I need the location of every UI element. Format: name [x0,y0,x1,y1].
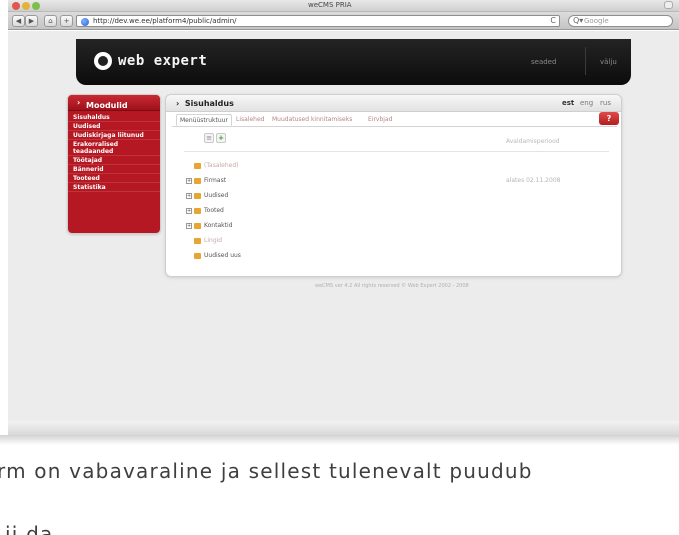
modules-menu-title: › Moodulid [77,98,128,110]
reload-icon[interactable]: C [550,16,556,25]
menu-item-uudiskirjaga-liitunud[interactable]: Uudiskirjaga liitunud [68,131,160,140]
expand-icon[interactable]: + [186,223,192,229]
home-button[interactable]: ⌂ [44,15,57,27]
site-header: web expert seaded välju [76,39,631,85]
back-button[interactable]: ◀ [12,15,25,27]
tree-row-label[interactable]: Lingid [204,237,222,244]
slide-shadow [0,435,679,445]
tab-muudatused-kinnitamiseks[interactable]: Muudatused kinnitamiseks [272,116,352,123]
browser-toolbar: ◀ ▶ ⌂ + http://dev.we.ee/platform4/publi… [8,12,679,30]
window-title: weCMS PRIA [308,1,352,9]
tree-row-label[interactable]: Uudised [204,192,228,199]
add-bookmark-button[interactable]: + [60,15,73,27]
header-divider [585,47,586,75]
minimize-window-icon[interactable] [22,2,30,10]
menu-item-tooteed[interactable]: Tooteed [68,174,160,183]
tree-row-label[interactable]: Tooted [204,207,224,214]
folder-icon [194,208,201,214]
folder-icon [194,163,201,169]
address-bar[interactable]: http://dev.we.ee/platform4/public/admin/… [76,15,560,27]
tree-row-label[interactable]: (Tasalehed) [204,162,239,169]
zoom-window-icon[interactable] [32,2,40,10]
content-panel: › Sisuhaldus est eng rus Menüüstruktuur … [165,94,622,277]
address-url[interactable]: http://dev.we.ee/platform4/public/admin/ [93,17,237,25]
add-page-icon[interactable]: + [216,133,226,143]
slide-caption-line2: ij da [5,522,54,535]
folder-icon [194,223,201,229]
page-footer: weCMS ver 4.2 All rights reserved © Web … [315,283,469,289]
modules-menu-header: › Moodulid [68,95,160,111]
panel-header: › Sisuhaldus est eng rus [166,95,621,112]
menu-item-sisuhaldus[interactable]: Sisuhaldus [68,113,160,122]
screenshot: weCMS PRIA ◀ ▶ ⌂ + http://dev.we.ee/plat… [0,0,679,535]
toolbar-toggle-icon[interactable] [664,1,673,9]
help-button[interactable]: ? [599,112,619,125]
menu-item-bannerid[interactable]: Bännerid [68,165,160,174]
globe-icon [81,18,89,26]
search-icon[interactable]: Q▾ [573,16,583,25]
logout-link[interactable]: välju [600,58,617,66]
tree-row-label[interactable]: Uudised uus [204,252,241,259]
content-tabs: Menüüstruktuur Lisalehed Muudatused kinn… [172,114,617,127]
web-expert-logo-icon [94,52,112,70]
modules-menu: › Moodulid Sisuhaldus Uudised Uudiskirja… [67,94,161,234]
tab-menustruktuur[interactable]: Menüüstruktuur [176,114,232,126]
folder-icon [194,178,201,184]
panel-title: › Sisuhaldus [176,99,234,108]
tab-lisalehed[interactable]: Lisalehed [236,116,264,123]
folder-icon [194,193,201,199]
expand-icon[interactable]: + [186,178,192,184]
lang-rus[interactable]: rus [600,99,611,107]
menu-item-tootajad[interactable]: Töötajad [68,156,160,165]
search-placeholder: Google [584,17,609,25]
column-header-publish-period: Avaldamisperiood [506,138,560,145]
menu-item-uudised[interactable]: Uudised [68,122,160,131]
tab-eirvbjad[interactable]: Eirvbjad [368,116,392,123]
tree-row-label[interactable]: Firmast [204,177,226,184]
forward-button[interactable]: ▶ [25,15,38,27]
tree-row-label[interactable]: Kontaktid [204,222,232,229]
menu-item-statistika[interactable]: Statistika [68,183,160,192]
expand-icon[interactable]: + [186,193,192,199]
settings-link[interactable]: seaded [531,58,556,66]
lang-eng[interactable]: eng [580,99,593,107]
expand-icon[interactable]: + [186,208,192,214]
page-viewport: web expert seaded välju › Moodulid Sisuh… [8,31,679,421]
brand-name: web expert [118,53,208,69]
browser-bottom-edge [8,421,679,435]
slide-caption-line1: rm on vabavaraline ja sellest tulenevalt… [0,459,533,483]
menu-item-erakorralised-teadaanded[interactable]: Erakorralised teadaanded [68,140,160,156]
list-view-icon[interactable]: ≡ [204,133,214,143]
folder-icon [194,238,201,244]
lang-est[interactable]: est [562,99,574,107]
tree-divider [184,151,609,152]
close-window-icon[interactable] [12,2,20,10]
search-field[interactable]: Q▾ Google [568,15,673,27]
window-titlebar: weCMS PRIA [8,0,679,12]
folder-icon [194,253,201,259]
